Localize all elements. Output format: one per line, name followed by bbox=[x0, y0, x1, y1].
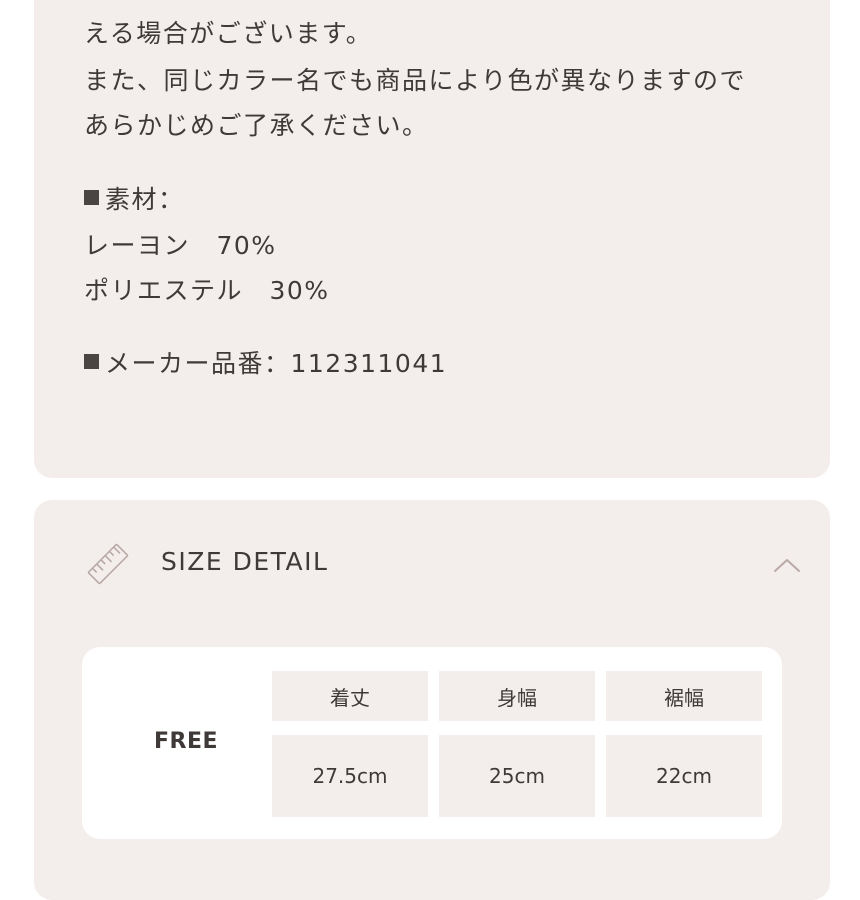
size-value-length: 27.5cm bbox=[272, 735, 428, 817]
chevron-up-icon[interactable] bbox=[769, 552, 805, 578]
description-line: あらかじめご了承ください。 bbox=[84, 111, 429, 140]
material-heading-label: 素材： bbox=[105, 185, 185, 214]
ruler-icon bbox=[87, 543, 129, 585]
column-header-width: 身幅 bbox=[439, 671, 595, 721]
material-heading: 素材： bbox=[84, 178, 185, 222]
size-table: FREE 着丈 身幅 裾幅 27.5cm 25cm 22cm bbox=[82, 647, 782, 839]
maker-number: メーカー品番：112311041 bbox=[84, 342, 447, 386]
description-line: える場合がございます。 bbox=[84, 19, 373, 48]
column-header-hem-width: 裾幅 bbox=[606, 671, 762, 721]
description-line: また、同じカラー名でも商品により色が異なりますので bbox=[84, 66, 747, 95]
column-header-length: 着丈 bbox=[272, 671, 428, 721]
material-item: ポリエステル 30% bbox=[84, 276, 330, 305]
size-detail-card: SIZE DETAIL FREE 着丈 身幅 裾幅 27.5cm 25cm 22… bbox=[34, 500, 830, 900]
square-bullet-icon bbox=[84, 190, 99, 205]
maker-number-label: メーカー品番：112311041 bbox=[105, 349, 448, 378]
size-detail-title: SIZE DETAIL bbox=[161, 547, 329, 576]
size-detail-header[interactable]: SIZE DETAIL bbox=[34, 500, 830, 630]
size-name: FREE bbox=[154, 729, 219, 754]
size-value-width: 25cm bbox=[439, 735, 595, 817]
product-info-card: える場合がございます。 また、同じカラー名でも商品により色が異なりますので あら… bbox=[34, 0, 830, 478]
material-item: レーヨン 70% bbox=[84, 231, 277, 260]
size-value-hem-width: 22cm bbox=[606, 735, 762, 817]
square-bullet-icon bbox=[84, 354, 99, 369]
